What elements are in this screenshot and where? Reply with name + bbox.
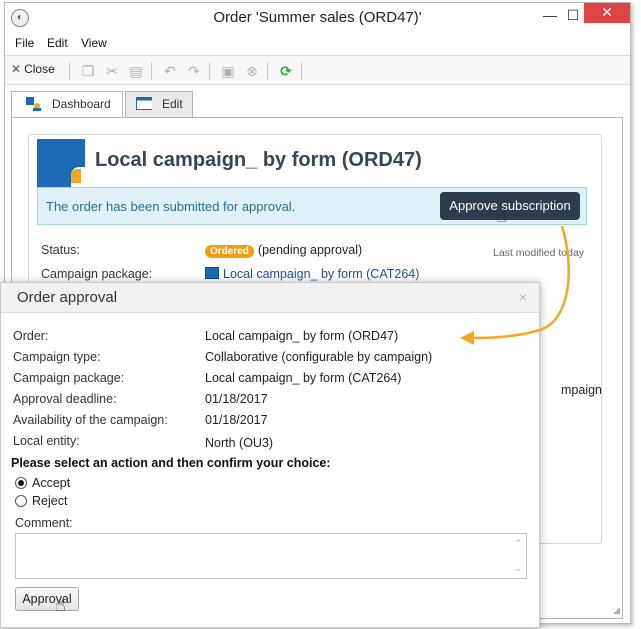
callout-arrow [460,225,570,345]
